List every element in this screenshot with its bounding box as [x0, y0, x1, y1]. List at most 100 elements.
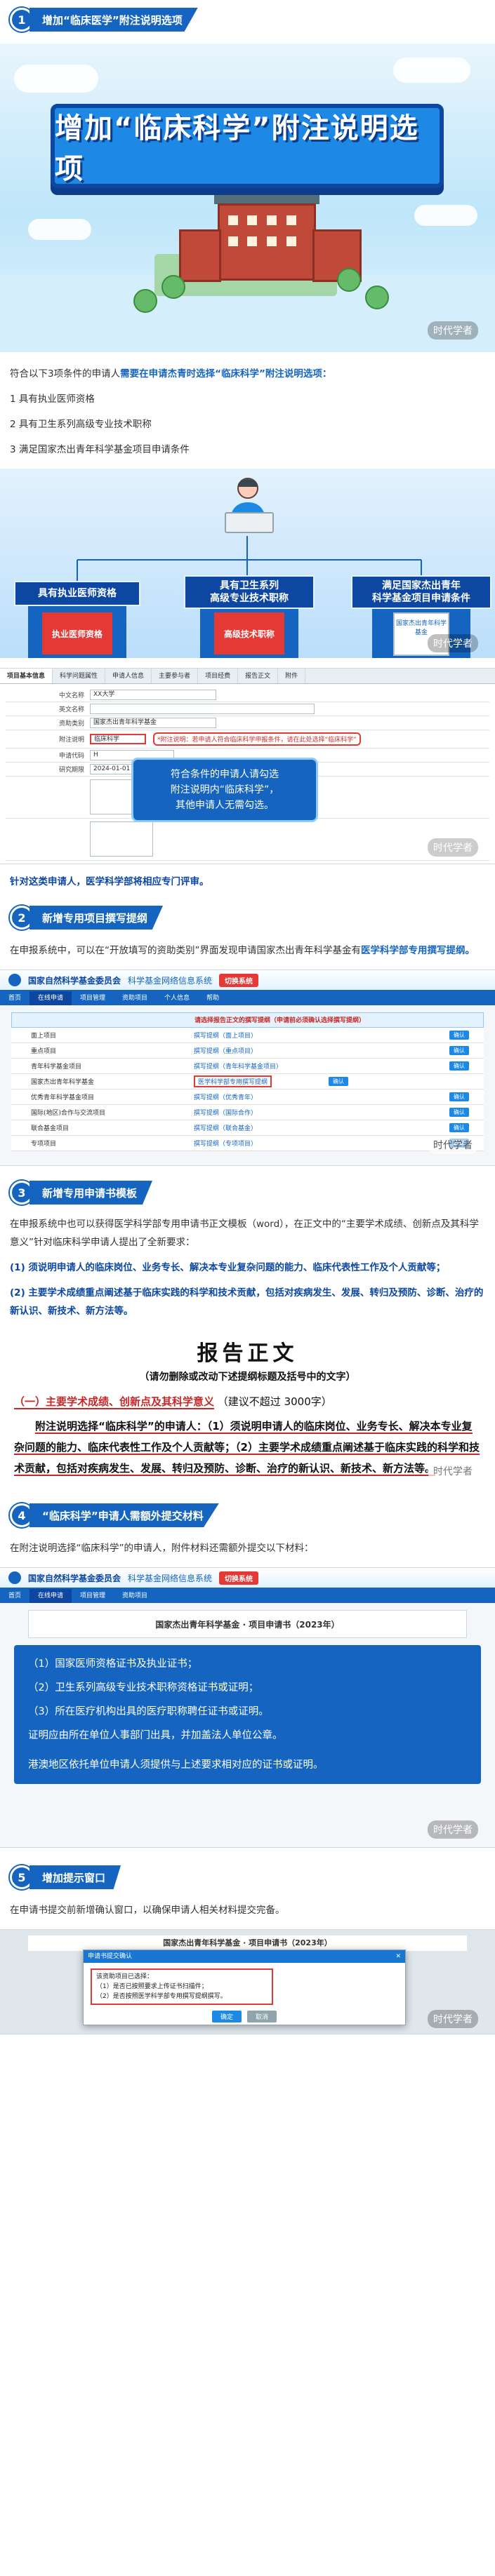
- system-name: 国家自然科学基金委员会: [28, 975, 121, 986]
- condition-2: 2 具有卫生系列高级专业技术职称: [10, 419, 152, 430]
- s1-intro-plain: 符合以下3项条件的申请人: [10, 368, 121, 380]
- tab-attachments[interactable]: 附件: [278, 669, 306, 683]
- menu-help[interactable]: 帮助: [198, 991, 227, 1005]
- outline-row: 优秀青年科学基金项目 撰写提纲（优秀青年） 确认: [11, 1089, 484, 1105]
- tab-applicant[interactable]: 申请人信息: [105, 669, 152, 683]
- form-row: 中文名称 XX大学: [6, 688, 489, 702]
- section-title: 增加“临床医学”附注说明选项: [29, 8, 198, 32]
- apply-code-field[interactable]: H: [90, 750, 174, 760]
- material-item: （2）卫生系列高级专业技术职称资格证书或证明；: [28, 1682, 259, 1693]
- menu-manage[interactable]: 项目管理: [72, 991, 114, 1005]
- form-tabs: 项目基本信息 科学问题属性 申请人信息 主要参与者 项目经费 报告正文 附件: [0, 669, 495, 684]
- confirm-outline-button[interactable]: 确认: [449, 1046, 469, 1055]
- menu-manage[interactable]: 项目管理: [72, 1589, 114, 1603]
- outline-link[interactable]: 撰写提纲（专项项目）: [194, 1139, 435, 1148]
- outline-link[interactable]: 撰写提纲（国际合作）: [194, 1108, 435, 1117]
- section-title: 新增专用项目撰写提纲: [29, 906, 164, 930]
- system-menu: 首页 在线申请 项目管理 资助项目 个人信息 帮助: [0, 991, 495, 1005]
- english-name-field[interactable]: [90, 704, 315, 714]
- confirm-outline-button[interactable]: 确认: [449, 1123, 469, 1132]
- s3-req-2: (2) 主要学术成绩重点阐述基于临床实践的科学和技术贡献，包括对疾病发生、发展、…: [10, 1287, 484, 1317]
- watermark: 时代学者: [428, 838, 478, 857]
- s3-req-1: (1) 须说明申请人的临床岗位、业务专长、解决本专业复杂问题的能力、临床代表性工…: [10, 1262, 446, 1273]
- funding-type-select[interactable]: 国家杰出青年科学基金: [90, 718, 216, 728]
- tab-report[interactable]: 报告正文: [238, 669, 279, 683]
- outline-link[interactable]: 医学科学部专用撰写提纲: [194, 1075, 272, 1087]
- confirm-outline-button[interactable]: 确认: [449, 1092, 469, 1101]
- report-template: 报告正文 （请勿删除或改动下述提纲标题及括号中的文字） （一）主要学术成绩、创新…: [0, 1331, 495, 1486]
- outline-link[interactable]: 撰写提纲（重点项目）: [194, 1046, 435, 1055]
- tab-science-attr[interactable]: 科学问题属性: [53, 669, 106, 683]
- switch-system-button[interactable]: 切换系统: [219, 1571, 259, 1585]
- confirm-outline-button[interactable]: 确认: [329, 1077, 349, 1086]
- dialog-titlebar: 申请书提交确认 ✕: [84, 1950, 405, 1963]
- conditions-illustration: 具有执业医师资格 执业医师资格 具有卫生系列 高级专业技术职称 高级技术职称 满…: [0, 469, 495, 658]
- system-sub: 科学基金网络信息系统: [128, 975, 213, 986]
- outline-link[interactable]: 撰写提纲（青年科学基金项目）: [194, 1061, 435, 1071]
- menu-home[interactable]: 首页: [0, 991, 29, 1005]
- outline-list: 面上项目 撰写提纲（面上项目） 确认 重点项目 撰写提纲（重点项目） 确认 青年科学基金项目…: [11, 1028, 484, 1151]
- outline-row: 国际(地区)合作与交流项目 撰写提纲（国际合作） 确认: [11, 1105, 484, 1120]
- menu-home[interactable]: 首页: [0, 1589, 29, 1603]
- s2-text-em: 医学科学部专用撰写提纲。: [361, 945, 475, 956]
- confirm-outline-button[interactable]: 确认: [449, 1108, 469, 1117]
- outline-row-name: 青年科学基金项目: [31, 1064, 82, 1071]
- section-title: 增加提示窗口: [29, 1865, 121, 1889]
- system-header: 国家自然科学基金委员会 科学基金网络信息系统 切换系统: [0, 970, 495, 991]
- s5-text: 在申请书提交前新增确认窗口，以确保申请人相关材料提交完备。: [10, 1905, 285, 1916]
- watermark: 时代学者: [428, 1136, 478, 1154]
- tab-budget[interactable]: 项目经费: [198, 669, 239, 683]
- article-page: 1 增加“临床医学”附注说明选项 增加“临床科学”附注说明选项 时代学者 符合以…: [0, 0, 495, 2046]
- list-header: 请选择报告正文的撰写提纲（申请前必须确认选择撰写提纲）: [11, 1012, 484, 1028]
- hero-illustration: 增加“临床科学”附注说明选项 时代学者: [0, 43, 495, 352]
- report-item-note: （建议不超过 3000字）: [217, 1395, 332, 1408]
- report-body-text: 附注说明选择“临床科学”的申请人：（1）须说明申请人的临床岗位、业务专长、解决本…: [14, 1420, 480, 1476]
- org-name-field[interactable]: XX大学: [90, 690, 216, 700]
- s1-intro: 符合以下3项条件的申请人需要在申请杰青时选择“临床科学”附注说明选项：: [0, 365, 495, 383]
- outline-row-name: 专项项目: [31, 1141, 57, 1148]
- close-icon[interactable]: ✕: [395, 1950, 401, 1963]
- outline-link[interactable]: 撰写提纲（优秀青年）: [194, 1092, 435, 1101]
- material-item: （3）所在医疗机构出具的医疗职称聘任证书或证明。: [28, 1706, 269, 1717]
- dialog-title: 申请书提交确认: [88, 1953, 133, 1960]
- confirm-outline-button[interactable]: 确认: [449, 1031, 469, 1040]
- outline-row-name: 国际(地区)合作与交流项目: [31, 1110, 106, 1117]
- form-row: 资助类别 国家杰出青年科学基金: [6, 716, 489, 730]
- form-row: 英文名称: [6, 702, 489, 716]
- hero-banner: 增加“临床科学”附注说明选项: [51, 104, 444, 188]
- section-header-5: 5 增加提示窗口: [0, 1862, 495, 1893]
- outline-row: 青年科学基金项目 撰写提纲（青年科学基金项目） 确认: [11, 1059, 484, 1074]
- menu-apply[interactable]: 在线申请: [29, 1589, 72, 1603]
- card-label-3: 满足国家杰出青年 科学基金项目申请条件: [351, 575, 491, 609]
- section-header-1: 1 增加“临床医学”附注说明选项: [0, 4, 495, 35]
- outline-link[interactable]: 撰写提纲（面上项目）: [194, 1031, 435, 1040]
- s2-text: 在申报系统中，可以在“开放填写的资助类别”界面发现申请国家杰出青年科学基金有医学…: [0, 941, 495, 960]
- outline-link[interactable]: 撰写提纲（联合基金）: [194, 1123, 435, 1132]
- s1-closing: 针对这类申请人，医学科学部将相应专门评审。: [10, 876, 209, 887]
- outline-row-name: 优秀青年科学基金项目: [31, 1094, 95, 1101]
- condition-3: 3 满足国家杰出青年科学基金项目申请条件: [10, 444, 190, 455]
- material-item: 证明应由所在单位人事部门出具，并加盖法人单位公章。: [28, 1730, 283, 1741]
- outline-row-name: 联合基金项目: [31, 1125, 70, 1132]
- confirm-outline-button[interactable]: 确认: [449, 1061, 469, 1071]
- cancel-button[interactable]: 取消: [247, 2011, 277, 2022]
- materials-screenshot: 国家自然科学基金委员会 科学基金网络信息系统 切换系统 首页 在线申请 项目管理…: [0, 1567, 495, 1848]
- watermark: 时代学者: [428, 1462, 478, 1480]
- tab-participants[interactable]: 主要参与者: [152, 669, 199, 683]
- tab-basic-info[interactable]: 项目基本信息: [0, 669, 53, 683]
- confirm-button[interactable]: 确定: [211, 2011, 242, 2022]
- menu-funded[interactable]: 资助项目: [114, 991, 156, 1005]
- annotation-select[interactable]: 临床科学: [90, 734, 146, 744]
- nsfc-logo-icon: [8, 974, 21, 986]
- menu-funded[interactable]: 资助项目: [114, 1589, 156, 1603]
- outline-row-name: 面上项目: [31, 1033, 57, 1040]
- section-header-4: 4 “临床科学”申请人需额外提交材料: [0, 1500, 495, 1531]
- s4-text: 在附注说明选择“临床科学”的申请人，附件材料还需额外提交以下材料：: [10, 1543, 314, 1554]
- menu-profile[interactable]: 个人信息: [156, 991, 198, 1005]
- report-body: 附注说明选择“临床科学”的申请人：（1）须说明申请人的临床岗位、业务专长、解决本…: [14, 1416, 481, 1479]
- abstract-field[interactable]: [90, 821, 153, 857]
- report-subtitle: （请勿删除或改动下述提纲标题及括号中的文字）: [139, 1371, 356, 1383]
- menu-apply[interactable]: 在线申请: [29, 991, 72, 1005]
- switch-system-button[interactable]: 切换系统: [219, 973, 259, 987]
- material-item: 港澳地区依托单位申请人须提供与上述要求相对应的证书或证明。: [28, 1759, 324, 1771]
